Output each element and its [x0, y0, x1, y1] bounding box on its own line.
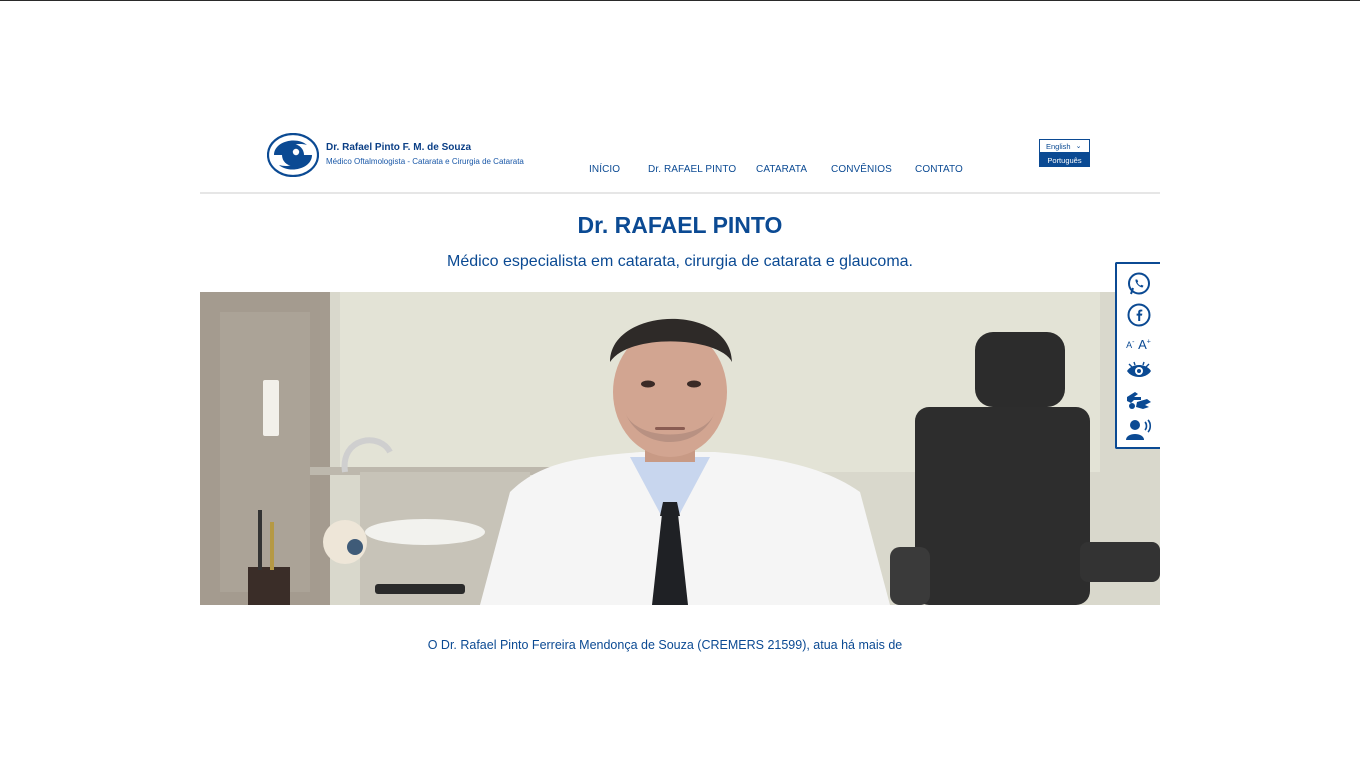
nav-item-contato[interactable]: CONTATO [915, 164, 963, 175]
screen-reader-icon [1125, 419, 1151, 440]
nav-item-catarata[interactable]: CATARATA [756, 164, 807, 175]
font-size-button[interactable]: A- A+ [1117, 332, 1160, 356]
sign-language-button[interactable] [1117, 386, 1160, 414]
page-title: Dr. RAFAEL PINTO [577, 212, 783, 238]
header-divider [200, 192, 1160, 194]
facebook-icon [1127, 303, 1150, 327]
language-option-portugues[interactable]: Português [1039, 153, 1090, 167]
language-switcher: English ⌄ Português [1039, 139, 1090, 167]
font-decrease-button[interactable]: A- [1126, 339, 1134, 350]
logo-icon[interactable] [267, 133, 319, 177]
language-selected-label: English [1046, 141, 1071, 151]
brand-tagline: Médico Oftalmologista - Catarata e Cirur… [326, 157, 524, 166]
high-contrast-button[interactable] [1117, 358, 1160, 384]
browser-top-border [0, 0, 1360, 1]
accessibility-toolbar: A- A+ [1115, 262, 1160, 449]
nav-item-dr-rafael-pinto[interactable]: Dr. RAFAEL PINTO [648, 164, 736, 175]
font-increase-button[interactable]: A+ [1138, 337, 1151, 352]
contrast-eye-icon [1126, 361, 1151, 377]
screen-reader-button[interactable] [1117, 416, 1160, 444]
nav-item-inicio[interactable]: INÍCIO [589, 164, 620, 175]
nav-item-convenios[interactable]: CONVÊNIOS [831, 164, 892, 175]
whatsapp-icon [1127, 272, 1150, 295]
facebook-button[interactable] [1117, 300, 1160, 330]
intro-paragraph: O Dr. Rafael Pinto Ferreira Mendonça de … [427, 638, 903, 652]
chevron-down-icon: ⌄ [1075, 143, 1082, 150]
doctor-photo [200, 292, 1160, 605]
brand-name[interactable]: Dr. Rafael Pinto F. M. de Souza [326, 142, 471, 153]
whatsapp-button[interactable] [1117, 268, 1160, 300]
language-select[interactable]: English ⌄ [1039, 139, 1090, 153]
sign-language-icon [1126, 392, 1151, 409]
